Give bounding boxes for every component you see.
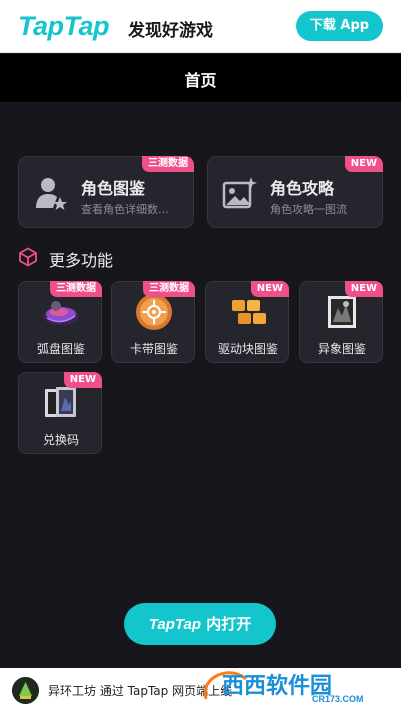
taptap-logo[interactable]: TapTap (18, 11, 110, 42)
feature-label: 驱动块图鉴 (217, 342, 278, 356)
card-subtitle: 角色攻略一图流 (270, 203, 347, 216)
status-badge: NEW (250, 281, 289, 297)
status-badge: NEW (63, 372, 102, 388)
status-badge: NEW (344, 156, 383, 172)
feature-drive-block[interactable]: 驱动块图鉴 NEW (205, 281, 289, 363)
arc-disc-icon (43, 301, 79, 325)
anomaly-icon (328, 296, 356, 328)
feature-label: 兑换码 (42, 433, 79, 447)
open-in-taptap-button[interactable]: TapTap 内打开 (124, 603, 276, 645)
download-app-button[interactable]: 下载 App (296, 11, 383, 41)
banner-slogan: 发现好游戏 (128, 21, 213, 41)
watermark-url: CR173.COM (312, 694, 364, 704)
feature-label: 弧盘图鉴 (36, 342, 85, 356)
redeem-code-icon (45, 387, 76, 417)
watermark-logo: 西西软件园 CR173.COM (203, 671, 364, 704)
status-badge: NEW (344, 281, 383, 297)
card-character-codex[interactable]: 角色图鉴 查看角色详细数… 三测数据 (18, 156, 194, 228)
section-title: 更多功能 (49, 251, 114, 270)
feature-anomaly[interactable]: 异象图鉴 NEW (299, 281, 383, 363)
workshop-logo-icon (12, 677, 39, 704)
person-star-icon (36, 178, 67, 210)
status-badge: 三测数据 (142, 156, 194, 172)
cube-icon (19, 247, 37, 267)
page-title: 首页 (184, 71, 217, 90)
status-badge: 三测数据 (143, 281, 195, 297)
cassette-icon (136, 294, 172, 330)
card-subtitle: 查看角色详细数… (81, 203, 169, 216)
open-button-brand: TapTap (148, 616, 201, 633)
page-header: 首页 (0, 54, 401, 102)
feature-arc-disc[interactable]: 弧盘图鉴 三测数据 (18, 281, 102, 363)
feature-label: 卡带图鉴 (129, 342, 178, 356)
status-badge: 三测数据 (50, 281, 102, 297)
image-sparkle-icon (222, 177, 257, 209)
card-title: 角色图鉴 (81, 179, 146, 198)
feature-label: 异象图鉴 (317, 342, 366, 356)
feature-cassette[interactable]: 卡带图鉴 三测数据 (111, 281, 195, 363)
card-character-guide[interactable]: 角色攻略 角色攻略一图流 NEW (207, 156, 383, 228)
download-banner: TapTap 发现好游戏 下载 App (0, 0, 401, 53)
card-title: 角色攻略 (270, 179, 335, 198)
open-button-label: 内打开 (201, 615, 252, 633)
drive-block-icon (232, 300, 266, 324)
feature-redeem-code[interactable]: 兑换码 NEW (18, 372, 102, 454)
